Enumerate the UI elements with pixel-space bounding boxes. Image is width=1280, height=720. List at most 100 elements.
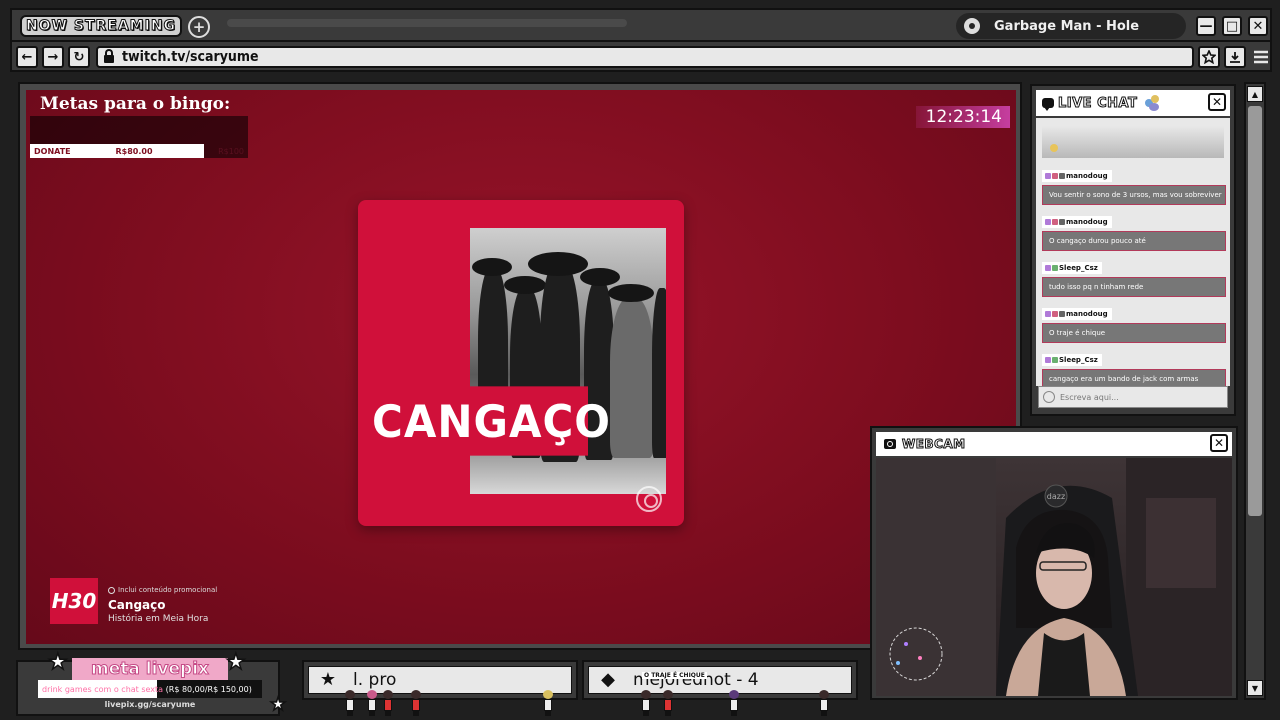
emoji-icon[interactable] xyxy=(1043,391,1055,403)
close-icon: ✕ xyxy=(1211,95,1223,109)
minimize-icon: — xyxy=(1199,18,1213,34)
bookmark-button[interactable] xyxy=(1198,46,1220,68)
webcam-close-button[interactable]: ✕ xyxy=(1210,434,1228,452)
promo-text: Inclui conteúdo promocional xyxy=(118,586,218,594)
info-icon xyxy=(108,586,115,594)
maximize-icon: □ xyxy=(1225,18,1239,34)
chat-username: Sleep_Csz xyxy=(1042,262,1102,274)
goals-table: DONATE R$80.00 R$100 xyxy=(30,116,248,158)
avatar-sprite xyxy=(728,690,740,716)
livepix-goal-text: drink games com o chat sexta xyxy=(42,684,164,694)
scroll-down-button[interactable]: ▼ xyxy=(1247,680,1263,696)
episode-card: CANGAÇO xyxy=(358,200,684,526)
username-text: Sleep_Csz xyxy=(1059,264,1098,272)
webcam-video: dazz xyxy=(876,458,1232,696)
star-icon: ★ xyxy=(47,650,68,675)
chat-message: Sleep_Csz tudo isso pq n tinham rede xyxy=(1042,256,1226,297)
download-button[interactable] xyxy=(1224,46,1246,68)
chat-message-text: O cangaço durou pouco até xyxy=(1042,231,1226,251)
chat-message-text: Vou sentir o sono de 3 ursos, mas vou so… xyxy=(1042,185,1226,205)
tab-now-streaming[interactable]: NOW STREAMING xyxy=(20,15,182,37)
download-icon xyxy=(1230,52,1240,63)
show-logo: H30 xyxy=(50,578,98,624)
username-text: manodoug xyxy=(1066,310,1108,318)
close-window-button[interactable]: ✕ xyxy=(1248,16,1268,36)
tab-label: NOW STREAMING xyxy=(25,18,177,35)
avatar-sprite xyxy=(344,690,356,716)
back-button[interactable]: ← xyxy=(16,46,38,68)
webcam-scene: dazz xyxy=(876,458,1232,696)
minimize-button[interactable]: — xyxy=(1196,16,1216,36)
disc-icon xyxy=(964,18,980,34)
goal-max: R$100 xyxy=(218,146,244,156)
arrow-right-icon: → xyxy=(47,49,59,65)
chat-message: Sleep_Csz cangaço era um bando de jack c… xyxy=(1042,348,1226,386)
stream-clock: 12:23:14 xyxy=(915,106,1010,128)
star-icon: ★ xyxy=(319,669,337,690)
show-name: História em Meia Hora xyxy=(108,614,209,624)
goal-row-faded xyxy=(30,130,248,144)
chat-message: manodoug O cangaço durou pouco até xyxy=(1042,210,1226,251)
reload-icon: ↻ xyxy=(73,49,85,65)
stream-video[interactable]: Metas para o bingo: DONATE R$80.00 R$100… xyxy=(26,90,1016,644)
url-text: twitch.tv/scaryume xyxy=(122,49,259,65)
avatar-sprite xyxy=(542,690,554,716)
livepix-title: meta livepix xyxy=(72,658,228,680)
chat-message-text: tudo isso pq n tinham rede xyxy=(1042,277,1226,297)
reload-button[interactable]: ↻ xyxy=(68,46,90,68)
url-input[interactable]: twitch.tv/scaryume xyxy=(96,46,1194,68)
star-icon xyxy=(1202,50,1216,64)
close-icon: ✕ xyxy=(1213,436,1225,450)
scroll-up-button[interactable]: ▲ xyxy=(1247,86,1263,102)
chat-message: manodoug Vou sentir o sono de 3 ursos, m… xyxy=(1042,164,1226,205)
avatar-sprite xyxy=(382,690,394,716)
goal-name: DONATE xyxy=(34,146,71,156)
page-scrollbar[interactable]: ▲ ▼ xyxy=(1244,82,1266,700)
chat-close-button[interactable]: ✕ xyxy=(1208,93,1226,111)
avatar-sprite xyxy=(366,690,378,716)
ticker-content: ◆ mejoredhot - 4 xyxy=(588,666,852,694)
chat-message-text: cangaço era um bando de jack com armas xyxy=(1042,369,1226,386)
episode-title: Cangaço xyxy=(108,598,166,612)
radio-logo-icon xyxy=(636,486,662,512)
forward-button[interactable]: → xyxy=(42,46,64,68)
chat-username: manodoug xyxy=(1042,216,1112,228)
avatar-sprite xyxy=(640,690,652,716)
webcam-panel: WEBCAM ✕ dazz xyxy=(870,426,1238,700)
webcam-title: WEBCAM xyxy=(902,437,966,452)
livepix-progress: drink games com o chat sexta (R$ 80,00/R… xyxy=(38,680,262,698)
bingo-title: Metas para o bingo: xyxy=(40,94,231,114)
promo-notice: Inclui conteúdo promocional xyxy=(108,586,217,594)
chat-input-placeholder: Escreva aqui... xyxy=(1060,392,1119,402)
chat-username: manodoug xyxy=(1042,170,1112,182)
webcam-header: WEBCAM ✕ xyxy=(876,432,1232,456)
card-title: CANGAÇO xyxy=(368,386,610,456)
goal-row-donate: DONATE R$80.00 R$100 xyxy=(30,144,244,158)
chat-panel: LIVE CHAT ✕ manodoug Vou sentir o sono d… xyxy=(1030,84,1236,416)
chat-bubble-icon xyxy=(1042,98,1054,111)
livepix-goal: drink games com o chat sexta (R$ 80,00/R… xyxy=(38,685,252,694)
chat-title: LIVE CHAT xyxy=(1057,95,1138,111)
new-tab-button[interactable]: + xyxy=(188,16,210,38)
chevron-down-icon: ▼ xyxy=(1251,683,1259,693)
chat-username: manodoug xyxy=(1042,308,1112,320)
ticker-text: l. pro xyxy=(353,670,397,690)
chat-input[interactable]: Escreva aqui... xyxy=(1038,386,1228,408)
chevron-up-icon: ▲ xyxy=(1251,89,1259,99)
menu-button[interactable] xyxy=(1250,46,1272,68)
crowd-speech-bubble: O TRAJE É CHIQUE xyxy=(642,672,707,679)
chair-brand: dazz xyxy=(1047,492,1065,501)
star-icon: ★ xyxy=(225,650,246,675)
livepix-widget: meta livepix ★ ★ ★ drink games com o cha… xyxy=(16,651,287,716)
avatar-sprite xyxy=(410,690,422,716)
chat-messages[interactable]: manodoug Vou sentir o sono de 3 ursos, m… xyxy=(1036,118,1230,386)
username-text: manodoug xyxy=(1066,172,1108,180)
placeholder-tab xyxy=(227,19,627,27)
tab-bar: NOW STREAMING + Garbage Man - Hole — □ ✕ xyxy=(10,8,1272,42)
scroll-thumb[interactable] xyxy=(1248,106,1262,516)
menu-icon xyxy=(1254,50,1268,64)
maximize-button[interactable]: □ xyxy=(1222,16,1242,36)
livepix-goal-amount: (R$ 80,00/R$ 150,00) xyxy=(165,684,252,694)
now-playing: Garbage Man - Hole xyxy=(956,13,1186,39)
lock-icon xyxy=(104,48,114,63)
